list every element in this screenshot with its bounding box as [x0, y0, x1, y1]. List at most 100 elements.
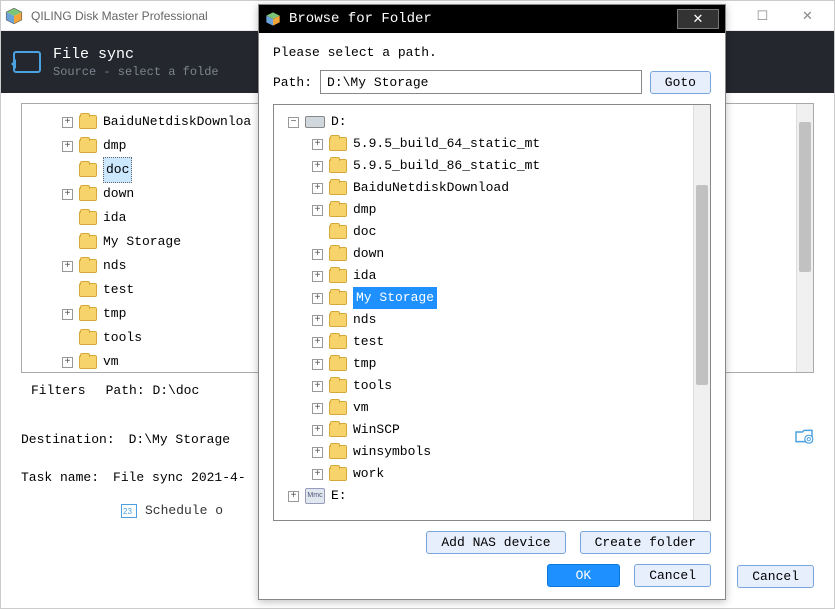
tree-item-label: winsymbols [353, 441, 431, 463]
folder-tree-item[interactable]: + nds [288, 309, 710, 331]
expand-icon[interactable]: + [312, 183, 323, 194]
expand-icon[interactable]: + [62, 189, 73, 200]
expand-icon[interactable]: + [312, 425, 323, 436]
expand-icon[interactable]: + [312, 161, 323, 172]
dialog-title: Browse for Folder [289, 11, 432, 27]
folder-icon [329, 203, 347, 217]
tree-item-label: down [103, 182, 134, 206]
folder-tree-item[interactable]: +tools [288, 375, 710, 397]
dialog-actions-row1: Add NAS device Create folder [273, 521, 711, 564]
drive-d-row[interactable]: − D: [288, 111, 710, 133]
folder-tree-item[interactable]: +5.9.5_build_64_static_mt [288, 133, 710, 155]
tree-item-label: dmp [103, 134, 126, 158]
folder-tree-item[interactable]: doc [288, 221, 710, 243]
expand-placeholder [62, 165, 73, 176]
tree-item-label: 5.9.5_build_64_static_mt [353, 133, 540, 155]
folder-tree-item[interactable]: +work [288, 463, 710, 485]
expand-icon[interactable]: + [62, 261, 73, 272]
main-cancel-button[interactable]: Cancel [737, 565, 814, 588]
expand-icon[interactable]: + [312, 381, 323, 392]
folder-icon [79, 115, 97, 129]
expand-icon[interactable]: + [312, 315, 323, 326]
dialog-close-button[interactable]: ✕ [677, 9, 719, 29]
taskname-value: File sync 2021-4- [113, 470, 246, 485]
expand-icon[interactable]: + [312, 447, 323, 458]
destination-label: Destination: [21, 432, 115, 447]
add-nas-button[interactable]: Add NAS device [426, 531, 565, 554]
dialog-icon [265, 11, 281, 27]
folder-tree-item[interactable]: + dmp [288, 199, 710, 221]
expand-placeholder [312, 227, 323, 238]
expand-icon[interactable]: + [288, 491, 299, 502]
expand-icon[interactable]: + [312, 403, 323, 414]
goto-button[interactable]: Goto [650, 71, 711, 94]
folder-tree-item[interactable]: +ida [288, 265, 710, 287]
folder-icon [329, 357, 347, 371]
tree-item-label: 5.9.5_build_86_static_mt [353, 155, 540, 177]
folder-icon [79, 355, 97, 369]
folder-tree-item[interactable]: +tmp [288, 353, 710, 375]
collapse-icon[interactable]: − [288, 117, 299, 128]
folder-tree-item[interactable]: +test [288, 331, 710, 353]
folder-tree-item[interactable]: +My Storage [288, 287, 710, 309]
calendar-icon [121, 504, 137, 518]
tree-item-label: doc [353, 221, 376, 243]
expand-icon[interactable]: + [312, 249, 323, 260]
expand-icon[interactable]: + [312, 469, 323, 480]
expand-icon[interactable]: + [312, 205, 323, 216]
browse-folder-dialog: Browse for Folder ✕ Please select a path… [258, 4, 726, 600]
ok-button[interactable]: OK [547, 564, 621, 587]
tree-item-label: test [103, 278, 134, 302]
folder-tree-item[interactable]: +5.9.5_build_86_static_mt [288, 155, 710, 177]
expand-icon[interactable]: + [312, 271, 323, 282]
folder-tree-item[interactable]: + down [288, 243, 710, 265]
folder-icon [329, 181, 347, 195]
tree-item-label: vm [103, 350, 119, 373]
dialog-titlebar: Browse for Folder ✕ [259, 5, 725, 33]
tree-item-label: My Storage [103, 230, 181, 254]
maximize-button[interactable]: ☐ [740, 2, 785, 30]
source-tree-scrollbar[interactable] [796, 104, 813, 372]
expand-icon[interactable]: + [62, 309, 73, 320]
tree-item-label: dmp [353, 199, 376, 221]
path-input[interactable] [320, 70, 642, 94]
expand-icon[interactable]: + [312, 293, 323, 304]
folder-icon [329, 379, 347, 393]
folder-tree-item[interactable]: +BaiduNetdiskDownload [288, 177, 710, 199]
path-label: Path: [273, 75, 312, 90]
folder-icon [329, 269, 347, 283]
folder-tree-scrollbar[interactable] [693, 105, 710, 520]
destination-settings-icon[interactable] [794, 428, 814, 450]
tree-item-label: nds [353, 309, 376, 331]
folder-tree-item[interactable]: + winsymbols [288, 441, 710, 463]
mmc-icon: Mmc [305, 488, 325, 504]
expand-placeholder [62, 237, 73, 248]
folder-icon [329, 313, 347, 327]
tree-item-label: tools [103, 326, 142, 350]
drive-e-row[interactable]: + Mmc E: [288, 485, 710, 507]
folder-icon [79, 139, 97, 153]
dialog-cancel-button[interactable]: Cancel [634, 564, 711, 587]
expand-icon[interactable]: + [312, 139, 323, 150]
folder-icon [329, 225, 347, 239]
expand-icon[interactable]: + [62, 117, 73, 128]
dialog-prompt: Please select a path. [273, 45, 711, 60]
folder-tree: − D: +5.9.5_build_64_static_mt+5.9.5_bui… [273, 104, 711, 521]
page-subtitle: Source - select a folde [53, 65, 219, 79]
folder-icon [79, 283, 97, 297]
folder-icon [329, 423, 347, 437]
folder-tree-item[interactable]: +WinSCP [288, 419, 710, 441]
expand-icon[interactable]: + [62, 357, 73, 368]
folder-icon [329, 159, 347, 173]
folder-icon [79, 259, 97, 273]
create-folder-button[interactable]: Create folder [580, 531, 711, 554]
folder-icon [79, 211, 97, 225]
tree-item-label: down [353, 243, 384, 265]
expand-icon[interactable]: + [62, 141, 73, 152]
expand-icon[interactable]: + [312, 337, 323, 348]
expand-placeholder [62, 333, 73, 344]
expand-icon[interactable]: + [312, 359, 323, 370]
close-button[interactable]: ✕ [785, 2, 830, 30]
filters-button[interactable]: Filters [31, 381, 86, 400]
folder-tree-item[interactable]: +vm [288, 397, 710, 419]
